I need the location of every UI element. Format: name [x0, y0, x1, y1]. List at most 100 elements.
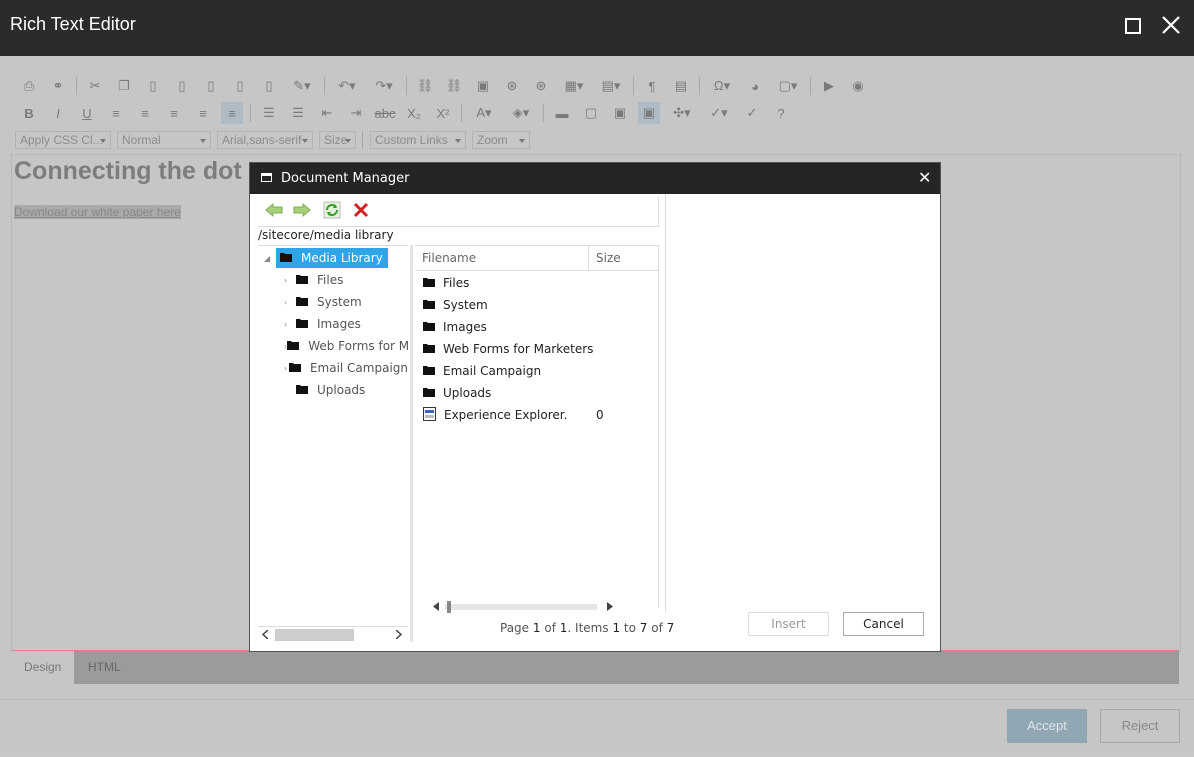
maximize-button[interactable]: [1125, 18, 1141, 34]
italic-button[interactable]: I: [47, 102, 69, 124]
paste-plain-button[interactable]: ▯: [200, 75, 222, 97]
tree-item-media-library[interactable]: ◢ Media Library: [264, 248, 388, 268]
unlink-button[interactable]: ⛓: [443, 75, 465, 97]
show-paragraphs-button[interactable]: ¶: [641, 75, 663, 97]
back-color-button[interactable]: ◈▾: [506, 102, 536, 124]
table-properties-button[interactable]: ▤▾: [596, 75, 626, 97]
cancel-button[interactable]: Cancel: [843, 612, 924, 636]
align-right-button[interactable]: ≡: [163, 102, 185, 124]
table-row[interactable]: Experience Explorer. 0: [423, 405, 604, 425]
find-button[interactable]: ⚭: [47, 75, 69, 97]
grid-horizontal-scrollbar[interactable]: [433, 599, 613, 613]
tree-item-files[interactable]: › Files: [284, 270, 343, 290]
tree-item-images[interactable]: › Images: [284, 314, 361, 334]
insert-sitecore-link-button[interactable]: ⊛: [530, 75, 552, 97]
strike-align-button[interactable]: ≡: [221, 102, 243, 124]
paragraph-dropdown[interactable]: Normal: [117, 131, 211, 149]
column-filename[interactable]: Filename: [422, 251, 476, 265]
copy-button[interactable]: ❐: [113, 75, 135, 97]
table-row[interactable]: Files: [423, 273, 469, 293]
scroll-thumb[interactable]: [447, 601, 451, 613]
image-map-button[interactable]: ▣: [609, 102, 631, 124]
scroll-thumb[interactable]: [275, 629, 354, 641]
delete-button[interactable]: [351, 200, 371, 220]
subscript-button[interactable]: X₂: [403, 102, 425, 124]
font-dropdown[interactable]: Arial,sans-serif: [217, 131, 313, 149]
tree-collapsed-icon[interactable]: ›: [284, 298, 296, 307]
align-left-button[interactable]: ≡: [105, 102, 127, 124]
table-row[interactable]: Email Campaign: [423, 361, 541, 381]
show-borders-button[interactable]: ▢: [580, 102, 602, 124]
insert-link-button[interactable]: ⛓: [414, 75, 436, 97]
back-button[interactable]: [264, 200, 284, 220]
justify-button[interactable]: ≡: [192, 102, 214, 124]
refresh-button[interactable]: [322, 200, 342, 220]
size-dropdown[interactable]: Size: [319, 131, 356, 149]
cut-button[interactable]: ✂: [84, 75, 106, 97]
custom-links-dropdown[interactable]: Custom Links: [370, 131, 466, 149]
horizontal-rule-button[interactable]: ▬: [551, 102, 573, 124]
forward-button[interactable]: [292, 200, 312, 220]
table-row[interactable]: System: [423, 295, 488, 315]
dialog-close-icon[interactable]: ✕: [918, 168, 931, 187]
ordered-list-button[interactable]: ☰: [258, 102, 280, 124]
tree-expanded-icon[interactable]: ◢: [264, 254, 276, 263]
special-char-button[interactable]: Ω▾: [707, 75, 737, 97]
insert-table-button[interactable]: ▦▾: [559, 75, 589, 97]
insert-image-button[interactable]: ▣: [472, 75, 494, 97]
paste-html-button[interactable]: ▯: [229, 75, 251, 97]
snippets-button[interactable]: ▢▾: [773, 75, 803, 97]
tree-item-system[interactable]: › System: [284, 292, 362, 312]
insert-media-link-button[interactable]: ⊛: [501, 75, 523, 97]
paste-as-button[interactable]: ▯: [258, 75, 280, 97]
redo-button[interactable]: ↷▾: [369, 75, 399, 97]
media-button[interactable]: ▶: [818, 75, 840, 97]
w3c-button[interactable]: ✓: [741, 102, 763, 124]
table-row[interactable]: Web Forms for Marketers: [423, 339, 593, 359]
scroll-right-icon[interactable]: [607, 602, 613, 611]
undo-button[interactable]: ↶▾: [332, 75, 362, 97]
css-class-dropdown[interactable]: Apply CSS Cl...: [15, 131, 111, 149]
document-button[interactable]: ▤: [670, 75, 692, 97]
flash-button[interactable]: ◉: [847, 75, 869, 97]
spellcheck-button[interactable]: ◕: [744, 75, 766, 97]
tree-horizontal-scrollbar[interactable]: [258, 626, 408, 643]
scroll-left-icon[interactable]: [433, 602, 439, 611]
superscript-button[interactable]: X²: [432, 102, 454, 124]
outdent-button[interactable]: ⇤: [316, 102, 338, 124]
align-center-button[interactable]: ≡: [134, 102, 156, 124]
modules-button[interactable]: ✣▾: [667, 102, 697, 124]
print-button[interactable]: ⎙: [18, 75, 40, 97]
tab-design[interactable]: Design: [11, 651, 75, 684]
scroll-left-icon[interactable]: [262, 630, 268, 639]
bullet-list-button[interactable]: ☰: [287, 102, 309, 124]
paste-button[interactable]: ▯: [142, 75, 164, 97]
paste-word-button[interactable]: ▯: [171, 75, 193, 97]
bold-button[interactable]: B: [18, 102, 40, 124]
close-button[interactable]: [1160, 14, 1182, 36]
tree-collapsed-icon[interactable]: ›: [284, 320, 296, 329]
strikethrough-button[interactable]: abc: [374, 102, 396, 124]
image-props-button[interactable]: ▣: [638, 102, 660, 124]
underline-button[interactable]: U: [76, 102, 98, 124]
reject-button[interactable]: Reject: [1100, 709, 1180, 743]
tree-item-web-forms[interactable]: › Web Forms for M: [284, 336, 408, 356]
scroll-track[interactable]: [445, 604, 597, 610]
tree-collapsed-icon[interactable]: ›: [284, 276, 296, 285]
table-row[interactable]: Uploads: [423, 383, 491, 403]
table-row[interactable]: Images: [423, 317, 487, 337]
tree-item-media-library-label-wrap[interactable]: Media Library: [276, 248, 388, 268]
fore-color-button[interactable]: A▾: [469, 102, 499, 124]
content-link[interactable]: Download our white paper here: [14, 205, 181, 219]
insert-button[interactable]: Insert: [748, 612, 829, 636]
column-size[interactable]: Size: [596, 251, 621, 265]
pane-splitter[interactable]: [410, 245, 413, 642]
scroll-right-icon[interactable]: [396, 630, 402, 639]
indent-button[interactable]: ⇥: [345, 102, 367, 124]
tree-item-uploads[interactable]: Uploads: [296, 380, 365, 400]
spell-check-button[interactable]: ✓▾: [704, 102, 734, 124]
accept-button[interactable]: Accept: [1007, 709, 1087, 743]
tab-html[interactable]: HTML: [75, 651, 134, 684]
help-button[interactable]: ?: [770, 102, 792, 124]
tree-item-email-campaign[interactable]: › Email Campaign: [284, 358, 408, 378]
